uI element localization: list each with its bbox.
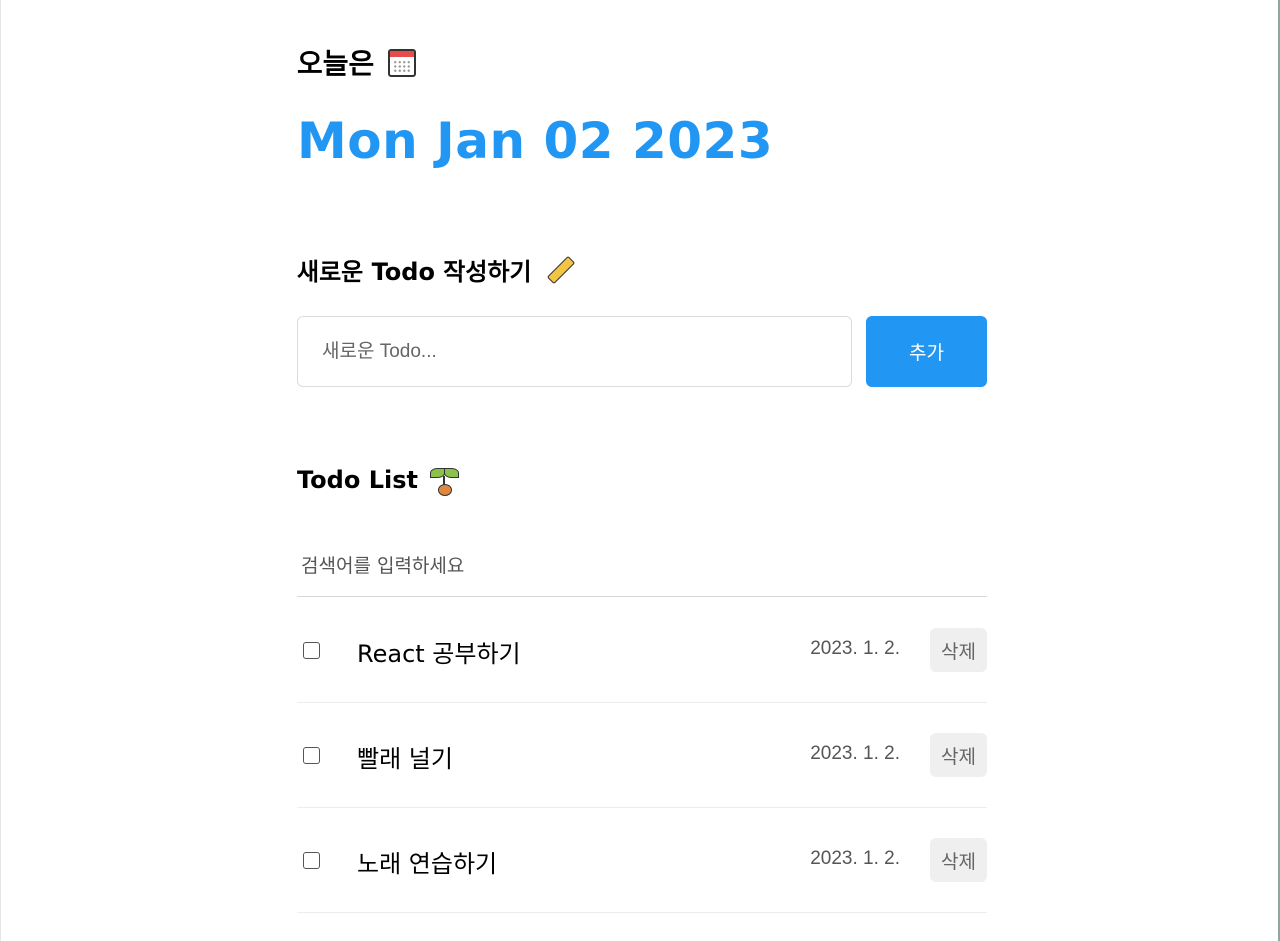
todo-date: 2023. 1. 2. [810, 743, 900, 764]
todo-list: React 공부하기 2023. 1. 2. 삭제 빨래 널기 2023. 1.… [297, 598, 987, 913]
editor-title: 새로운 Todo 작성하기 [297, 258, 532, 286]
pencil-icon [544, 255, 575, 284]
delete-button[interactable]: 삭제 [930, 628, 987, 672]
today-heading: 오늘은 [297, 42, 417, 82]
app-frame: 오늘은 Mon Jan 02 2023 새로운 Todo 작성하기 추가 Tod… [0, 0, 1280, 941]
todo-checkbox[interactable] [303, 642, 320, 659]
todo-content: 빨래 널기 [357, 745, 453, 773]
todo-checkbox[interactable] [303, 747, 320, 764]
add-button[interactable]: 추가 [866, 316, 987, 387]
list-title: Todo List [297, 466, 418, 494]
today-label: 오늘은 [297, 47, 375, 80]
calendar-icon [388, 47, 417, 77]
todo-checkbox[interactable] [303, 852, 320, 869]
sprout-icon [429, 466, 459, 496]
new-todo-input[interactable] [297, 316, 852, 387]
todo-item: React 공부하기 2023. 1. 2. 삭제 [297, 598, 987, 703]
delete-button[interactable]: 삭제 [930, 838, 987, 882]
list-heading: Todo List [297, 466, 459, 496]
editor-heading: 새로운 Todo 작성하기 [297, 252, 575, 287]
search-input[interactable] [297, 535, 987, 597]
todo-date: 2023. 1. 2. [810, 848, 900, 869]
editor-row: 추가 [297, 316, 987, 387]
current-date: Mon Jan 02 2023 [297, 112, 774, 170]
todo-content: React 공부하기 [357, 640, 521, 668]
todo-date: 2023. 1. 2. [810, 638, 900, 659]
delete-button[interactable]: 삭제 [930, 733, 987, 777]
todo-item: 빨래 널기 2023. 1. 2. 삭제 [297, 703, 987, 808]
todo-content: 노래 연습하기 [357, 850, 498, 878]
todo-item: 노래 연습하기 2023. 1. 2. 삭제 [297, 808, 987, 913]
